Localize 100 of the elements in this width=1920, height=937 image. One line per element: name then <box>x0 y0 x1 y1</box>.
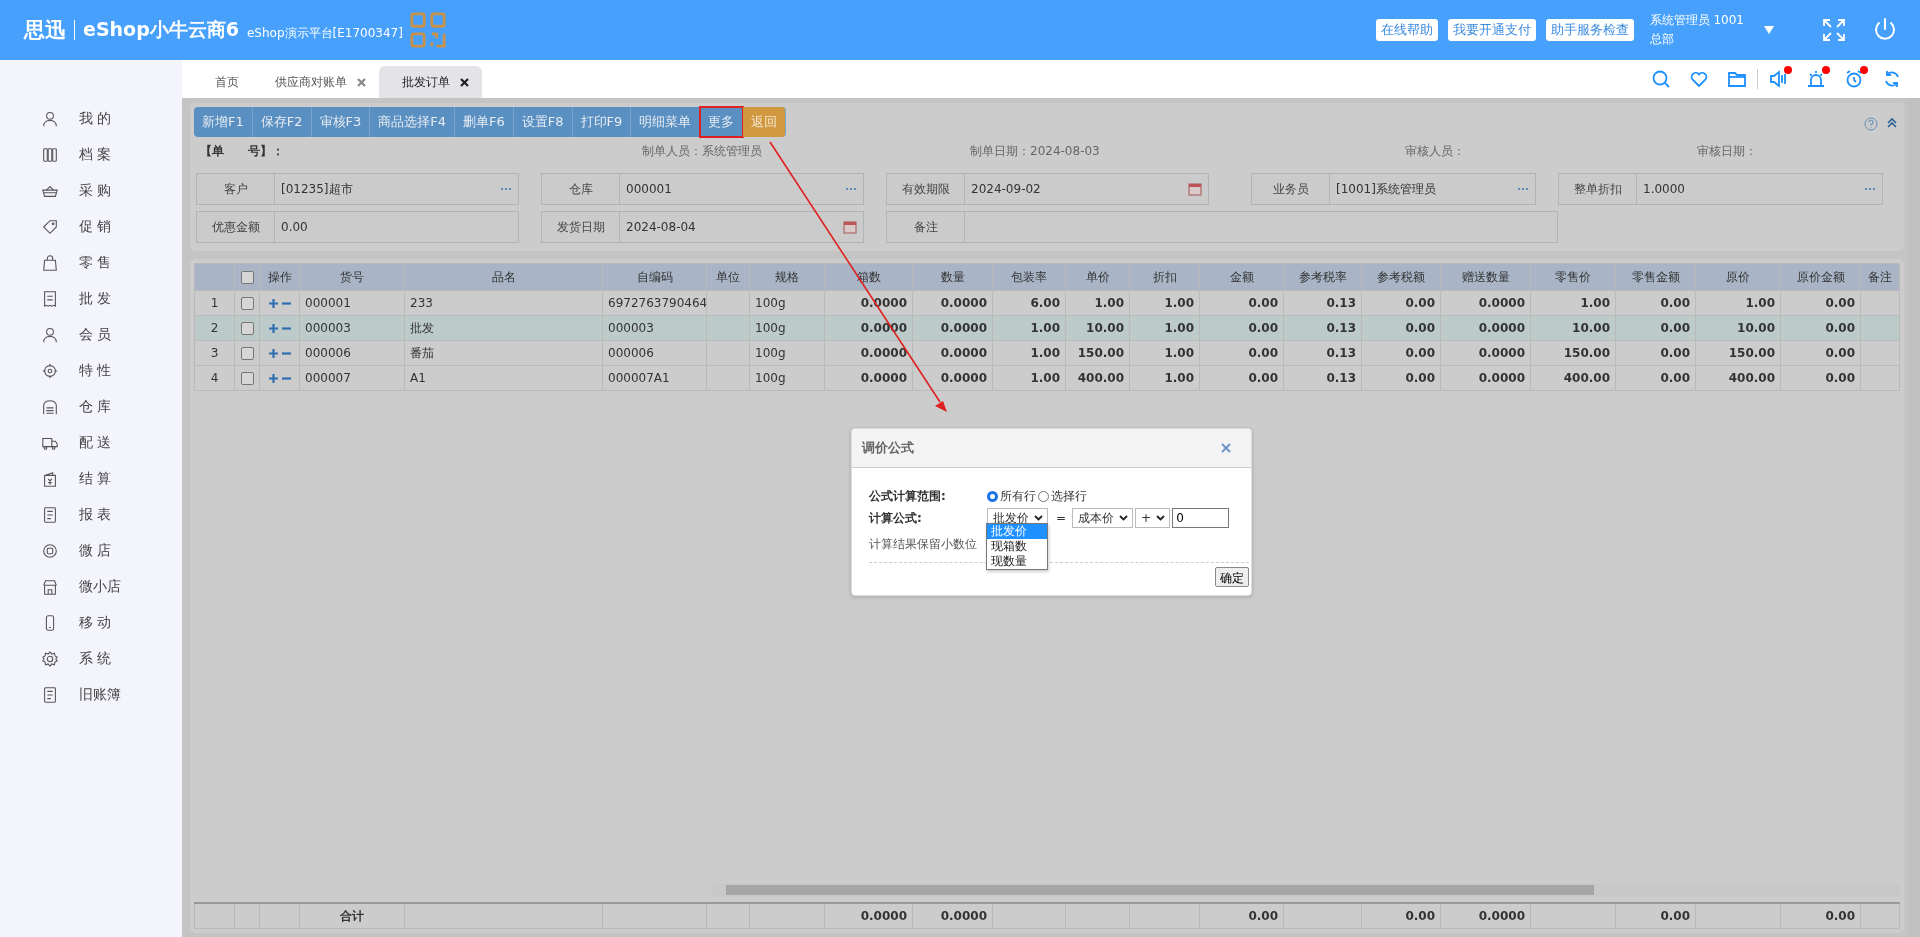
sidebar-item[interactable]: 会 员 <box>0 317 182 353</box>
calendar-icon[interactable] <box>1188 182 1202 196</box>
heart-icon[interactable] <box>1689 69 1709 89</box>
sidebar-item[interactable]: 零 售 <box>0 245 182 281</box>
close-icon[interactable] <box>460 77 469 87</box>
sidebar-item[interactable]: 我 的 <box>0 101 182 137</box>
search-icon[interactable] <box>1651 69 1671 89</box>
sidebar-item[interactable]: 采 购 <box>0 173 182 209</box>
caret-icon[interactable] <box>1764 26 1774 34</box>
total-cell: 0.0000 <box>1440 903 1531 929</box>
form-field[interactable]: 整单折扣 1.0000 <box>1558 173 1883 205</box>
sidebar-item[interactable]: 移 动 <box>0 605 182 641</box>
siren-icon[interactable] <box>1806 69 1826 89</box>
table-cell: 400.00 <box>1065 365 1130 391</box>
plus-icon[interactable] <box>268 349 278 358</box>
tab[interactable]: 批发订单 <box>379 66 482 98</box>
table-cell: 1.00 <box>1695 290 1781 316</box>
ellipsis-icon[interactable] <box>500 187 512 191</box>
table-cell: 1.00 <box>992 365 1066 391</box>
sidebar-item[interactable]: 促 销 <box>0 209 182 245</box>
collapse-icon[interactable] <box>1886 117 1898 129</box>
header-link[interactable]: 我要开通支付 <box>1447 19 1536 41</box>
sidebar-item[interactable]: 微 店 <box>0 533 182 569</box>
column-header: 备注 <box>1860 263 1900 291</box>
plus-icon[interactable] <box>268 374 278 383</box>
form-field[interactable]: 业务员 [1001]系统管理员 <box>1251 173 1536 205</box>
table-cell: 000006 <box>299 340 405 366</box>
tab[interactable]: 供应商对账单 <box>252 66 379 98</box>
speaker-icon[interactable] <box>1768 69 1788 89</box>
form-field[interactable]: 发货日期 2024-08-04 <box>541 211 864 243</box>
ellipsis-icon[interactable] <box>845 187 857 191</box>
sidebar-item[interactable]: 特 性 <box>0 353 182 389</box>
source-select[interactable]: 成本价 <box>1072 508 1134 528</box>
power-icon[interactable] <box>1872 17 1898 43</box>
minus-icon[interactable] <box>281 324 291 333</box>
sidebar-item[interactable]: 旧账簿 <box>0 677 182 713</box>
sidebar-item[interactable]: 档 案 <box>0 137 182 173</box>
form-field[interactable]: 客户 [01235]超市 <box>196 173 519 205</box>
horizontal-scrollbar[interactable] <box>712 883 1900 897</box>
table-cell: 0.13 <box>1283 365 1362 391</box>
table-cell: 0.0000 <box>1440 340 1531 366</box>
sidebar-item[interactable]: 批 发 <box>0 281 182 317</box>
ellipsis-icon[interactable] <box>1517 187 1529 191</box>
total-cell: 0.00 <box>1780 903 1861 929</box>
checkbox[interactable] <box>240 297 254 310</box>
radio-option[interactable]: 所有行 <box>987 487 1036 505</box>
sidebar-item[interactable]: 配 送 <box>0 425 182 461</box>
table-cell: 0.0000 <box>1440 315 1531 341</box>
table-cell: 100g <box>749 340 825 366</box>
equals-sign: = <box>1056 511 1067 525</box>
help-icon[interactable] <box>1864 117 1878 131</box>
bag-icon <box>41 254 59 272</box>
total-label: 合计 <box>299 903 405 929</box>
table-cell: 0.13 <box>1283 290 1362 316</box>
minus-icon[interactable] <box>281 299 291 308</box>
wallet-icon <box>41 470 59 488</box>
form-field[interactable]: 有效期限 2024-09-02 <box>886 173 1209 205</box>
minus-icon[interactable] <box>281 349 291 358</box>
minus-icon[interactable] <box>281 374 291 383</box>
checkbox[interactable] <box>240 347 254 360</box>
confirm-button[interactable]: 确定 <box>1215 567 1249 587</box>
total-cell: 0.0000 <box>912 903 993 929</box>
tab[interactable]: 首页 <box>192 66 252 98</box>
scrollbar-thumb[interactable] <box>726 885 1594 895</box>
fullscreen-icon[interactable] <box>1822 18 1846 42</box>
operand-input[interactable]: 0 <box>1172 508 1230 528</box>
form-field[interactable]: 仓库 000001 <box>541 173 864 205</box>
header-link[interactable]: 助手服务检查 <box>1545 19 1634 41</box>
dropdown-option[interactable]: 现数量 <box>987 554 1047 569</box>
plus-icon[interactable] <box>268 324 278 333</box>
refresh-icon[interactable] <box>1882 69 1902 89</box>
table-cell: 0.00 <box>1780 315 1861 341</box>
dropdown-option[interactable]: 现箱数 <box>987 539 1047 554</box>
sidebar-item[interactable]: 结 算 <box>0 461 182 497</box>
vertical-scrollbar[interactable] <box>1908 98 1920 937</box>
header-link[interactable]: 在线帮助 <box>1375 19 1438 41</box>
table-cell: 0.00 <box>1199 315 1284 341</box>
plus-icon[interactable] <box>268 299 278 308</box>
calendar-icon[interactable] <box>843 220 857 234</box>
checkbox[interactable] <box>240 271 254 284</box>
checkbox[interactable] <box>240 322 254 335</box>
table-cell: 000006 <box>602 340 707 366</box>
sidebar-item[interactable]: 微小店 <box>0 569 182 605</box>
radio-button[interactable] <box>987 490 998 502</box>
operator-select[interactable]: + <box>1135 508 1171 528</box>
form-field[interactable]: 备注 <box>886 211 1558 243</box>
checkbox[interactable] <box>240 372 254 385</box>
table-cell: 0.00 <box>1780 290 1861 316</box>
alarm-clock-icon[interactable] <box>1844 69 1864 89</box>
table-cell: A1 <box>404 365 603 391</box>
radio-option[interactable]: 选择行 <box>1038 487 1087 505</box>
sidebar-item[interactable]: 仓 库 <box>0 389 182 425</box>
form-field[interactable]: 优惠金额 0.00 <box>196 211 519 243</box>
ellipsis-icon[interactable] <box>1864 187 1876 191</box>
sidebar-item[interactable]: 报 表 <box>0 497 182 533</box>
store-icon <box>41 578 59 596</box>
radio-button[interactable] <box>1038 490 1049 502</box>
sidebar-item[interactable]: 系 统 <box>0 641 182 677</box>
folder-icon[interactable] <box>1727 69 1747 89</box>
table-cell: 1.00 <box>1129 290 1200 316</box>
